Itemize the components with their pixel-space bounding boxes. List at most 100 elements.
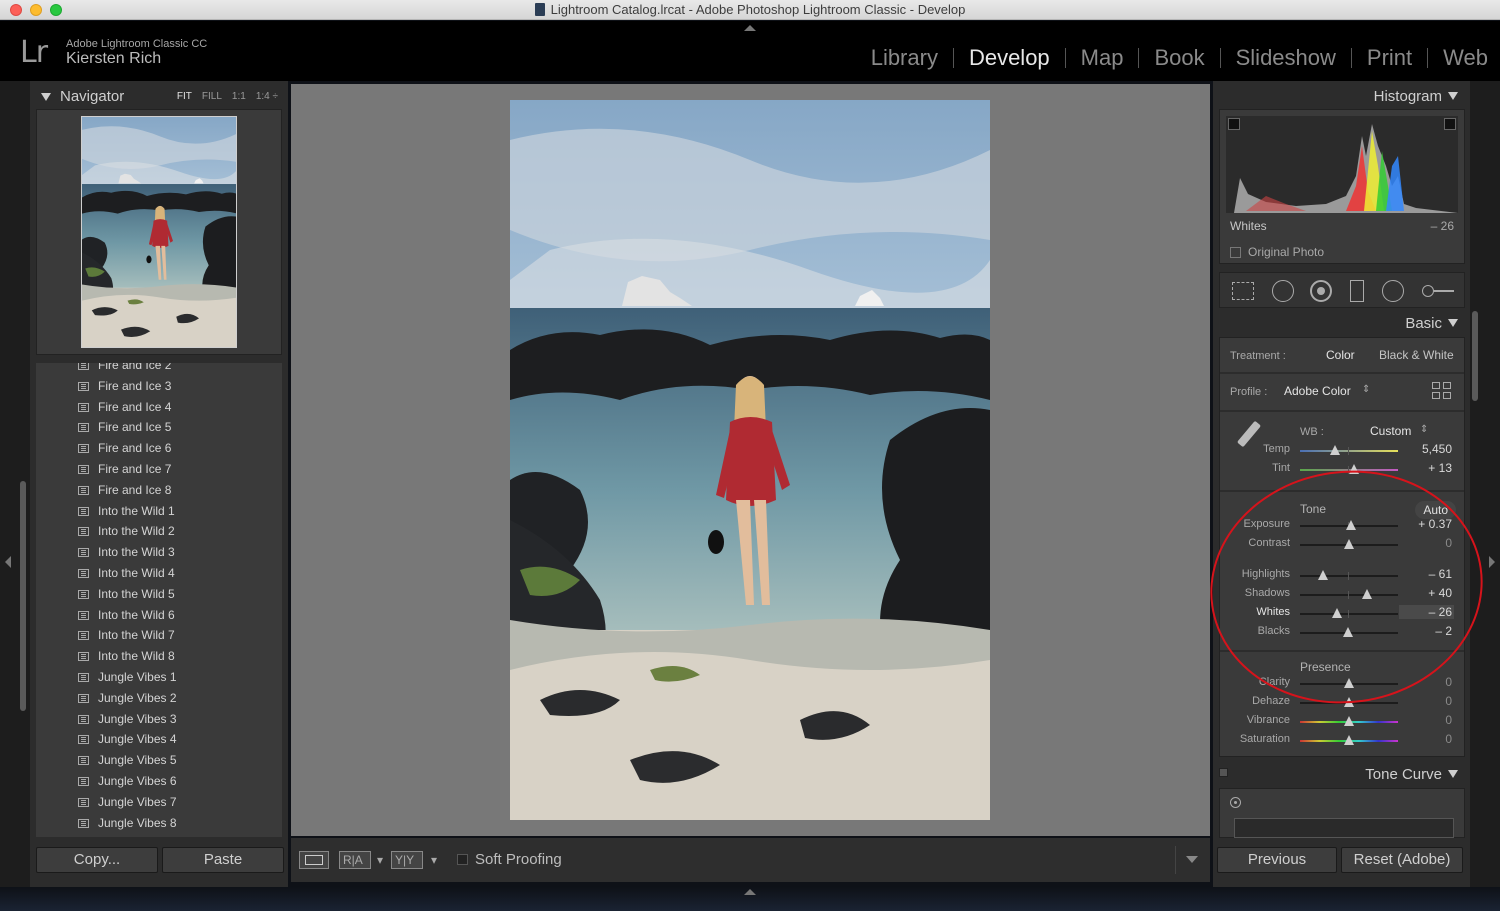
soft-proofing-checkbox[interactable] bbox=[457, 854, 468, 865]
preset-item[interactable]: Jungle Vibes 6 bbox=[36, 771, 282, 792]
preset-item[interactable]: Fire and Ice 8 bbox=[36, 480, 282, 501]
collapse-top-panel-icon[interactable] bbox=[744, 25, 756, 31]
right-scrollbar[interactable] bbox=[1472, 311, 1478, 401]
targeted-adjustment-icon[interactable] bbox=[1230, 797, 1241, 808]
before-after-menu-icon[interactable]: ▾ bbox=[377, 853, 383, 867]
preset-item[interactable]: Into the Wild 7 bbox=[36, 625, 282, 646]
profile-browser-icon[interactable] bbox=[1432, 382, 1452, 400]
preset-item[interactable]: Jungle Vibes 8 bbox=[36, 813, 282, 834]
module-web[interactable]: Web bbox=[1428, 45, 1488, 71]
collapse-triangle-icon[interactable] bbox=[1448, 770, 1458, 778]
preset-item[interactable]: Jungle Vibes 3 bbox=[36, 709, 282, 730]
before-after-left-right-button[interactable]: R|A bbox=[339, 851, 371, 869]
preset-item[interactable]: Into the Wild 8 bbox=[36, 646, 282, 667]
zoom-fit[interactable]: FIT bbox=[177, 91, 192, 102]
show-filmstrip-icon[interactable] bbox=[744, 889, 756, 895]
saturation-value[interactable]: 0 bbox=[1445, 732, 1452, 746]
collapse-triangle-icon[interactable] bbox=[1448, 319, 1458, 327]
module-library[interactable]: Library bbox=[856, 45, 953, 71]
zoom-1-1[interactable]: 1:1 bbox=[232, 91, 246, 102]
navigator-header[interactable]: Navigator FIT FILL 1:1 1:4 ÷ bbox=[36, 87, 286, 109]
module-develop[interactable]: Develop bbox=[954, 45, 1065, 71]
preset-item[interactable]: Jungle Vibes 2 bbox=[36, 688, 282, 709]
toolbar-options-icon[interactable] bbox=[1186, 856, 1198, 863]
loupe-view-button[interactable] bbox=[299, 851, 329, 869]
presets-list[interactable]: Fire and Ice 2 Fire and Ice 3 Fire and Ice… bbox=[36, 363, 282, 837]
saturation-slider[interactable] bbox=[1300, 735, 1398, 745]
copy-button[interactable]: Copy... bbox=[36, 847, 158, 873]
preset-item[interactable]: Into the Wild 3 bbox=[36, 542, 282, 563]
shadow-clipping-icon[interactable] bbox=[1228, 118, 1240, 130]
preset-item[interactable]: Into the Wild 4 bbox=[36, 563, 282, 584]
previous-button[interactable]: Previous bbox=[1217, 847, 1337, 873]
collapse-triangle-icon[interactable] bbox=[1448, 92, 1458, 100]
vibrance-slider[interactable] bbox=[1300, 716, 1398, 726]
histogram-header[interactable]: Histogram bbox=[1374, 88, 1458, 105]
module-map[interactable]: Map bbox=[1066, 45, 1139, 71]
temp-slider-thumb[interactable] bbox=[1330, 445, 1341, 455]
histogram-panel[interactable]: Whites – 26 Original Photo bbox=[1219, 109, 1465, 264]
main-photo[interactable] bbox=[510, 100, 990, 820]
preset-item[interactable]: Jungle Vibes 7 bbox=[36, 792, 282, 813]
highlight-clipping-icon[interactable] bbox=[1444, 118, 1456, 130]
original-photo-checkbox[interactable] bbox=[1230, 247, 1241, 258]
tint-value[interactable]: + 13 bbox=[1428, 461, 1452, 475]
preset-item[interactable]: Fire and Ice 3 bbox=[36, 376, 282, 397]
treatment-color-button[interactable]: Color bbox=[1326, 348, 1355, 362]
red-eye-icon[interactable] bbox=[1310, 280, 1332, 302]
preset-item[interactable]: Into the Wild 6 bbox=[36, 605, 282, 626]
vibrance-slider-thumb[interactable] bbox=[1344, 716, 1354, 726]
swap-menu-icon[interactable]: ▾ bbox=[431, 853, 437, 867]
collapse-triangle-icon[interactable] bbox=[41, 93, 51, 101]
preset-item[interactable]: Into the Wild 1 bbox=[36, 501, 282, 522]
left-scrollbar[interactable] bbox=[20, 481, 26, 711]
collapse-left-panel-icon[interactable] bbox=[5, 556, 11, 568]
spot-removal-icon[interactable] bbox=[1272, 280, 1294, 302]
profile-dropdown[interactable]: Adobe Color bbox=[1284, 384, 1351, 398]
preset-item[interactable]: Into the Wild 2 bbox=[36, 521, 282, 542]
profile-dropdown-icon[interactable]: ⇕ bbox=[1362, 384, 1370, 395]
module-slideshow[interactable]: Slideshow bbox=[1221, 45, 1351, 71]
basic-header[interactable]: Basic bbox=[1405, 315, 1458, 332]
preset-item[interactable]: Fire and Ice 2 bbox=[36, 363, 282, 376]
preset-item[interactable]: Jungle Vibes 1 bbox=[36, 667, 282, 688]
preset-item[interactable]: Into the Wild 5 bbox=[36, 584, 282, 605]
wb-dropdown-icon[interactable]: ⇕ bbox=[1420, 424, 1428, 435]
preset-item[interactable]: Fire and Ice 5 bbox=[36, 417, 282, 438]
temp-slider[interactable] bbox=[1300, 445, 1398, 455]
zoom-fill[interactable]: FILL bbox=[202, 91, 222, 102]
dehaze-value[interactable]: 0 bbox=[1445, 694, 1452, 708]
adjustment-brush-icon[interactable] bbox=[1422, 283, 1454, 299]
clarity-value[interactable]: 0 bbox=[1445, 675, 1452, 689]
preset-item[interactable]: Fire and Ice 7 bbox=[36, 459, 282, 480]
tone-curve-header[interactable]: Tone Curve bbox=[1365, 766, 1458, 783]
radial-filter-icon[interactable] bbox=[1382, 280, 1404, 302]
module-print[interactable]: Print bbox=[1352, 45, 1427, 71]
preset-item[interactable]: Jungle Vibes 4 bbox=[36, 729, 282, 750]
tone-curve-toggle[interactable] bbox=[1219, 768, 1228, 777]
vibrance-value[interactable]: 0 bbox=[1445, 713, 1452, 727]
treatment-bw-button[interactable]: Black & White bbox=[1379, 348, 1454, 362]
tone-curve-graph[interactable] bbox=[1234, 818, 1454, 838]
left-panel-edge[interactable] bbox=[0, 81, 30, 887]
collapse-right-panel-icon[interactable] bbox=[1489, 556, 1495, 568]
temp-value[interactable]: 5,450 bbox=[1422, 442, 1452, 456]
histogram-plot[interactable] bbox=[1226, 116, 1458, 213]
saturation-slider-thumb[interactable] bbox=[1344, 735, 1354, 745]
right-panel-edge[interactable] bbox=[1470, 81, 1500, 887]
image-canvas[interactable] bbox=[291, 84, 1210, 836]
reset-adobe-button[interactable]: Reset (Adobe) bbox=[1341, 847, 1463, 873]
preset-item[interactable]: Jungle Vibes 5 bbox=[36, 750, 282, 771]
before-after-copy-button[interactable]: Y|Y bbox=[391, 851, 423, 869]
crop-tool-icon[interactable] bbox=[1232, 282, 1254, 300]
navigator-thumbnail[interactable] bbox=[81, 116, 237, 348]
paste-button[interactable]: Paste bbox=[162, 847, 284, 873]
zoom-1-4[interactable]: 1:4 ÷ bbox=[256, 91, 278, 102]
preset-item[interactable]: Fire and Ice 4 bbox=[36, 397, 282, 418]
wb-dropdown[interactable]: Custom bbox=[1370, 424, 1411, 438]
navigator-preview[interactable] bbox=[36, 109, 282, 355]
graduated-filter-icon[interactable] bbox=[1350, 280, 1364, 302]
module-book[interactable]: Book bbox=[1139, 45, 1219, 71]
preset-item[interactable]: Fire and Ice 6 bbox=[36, 438, 282, 459]
tone-curve-panel[interactable] bbox=[1219, 788, 1465, 838]
